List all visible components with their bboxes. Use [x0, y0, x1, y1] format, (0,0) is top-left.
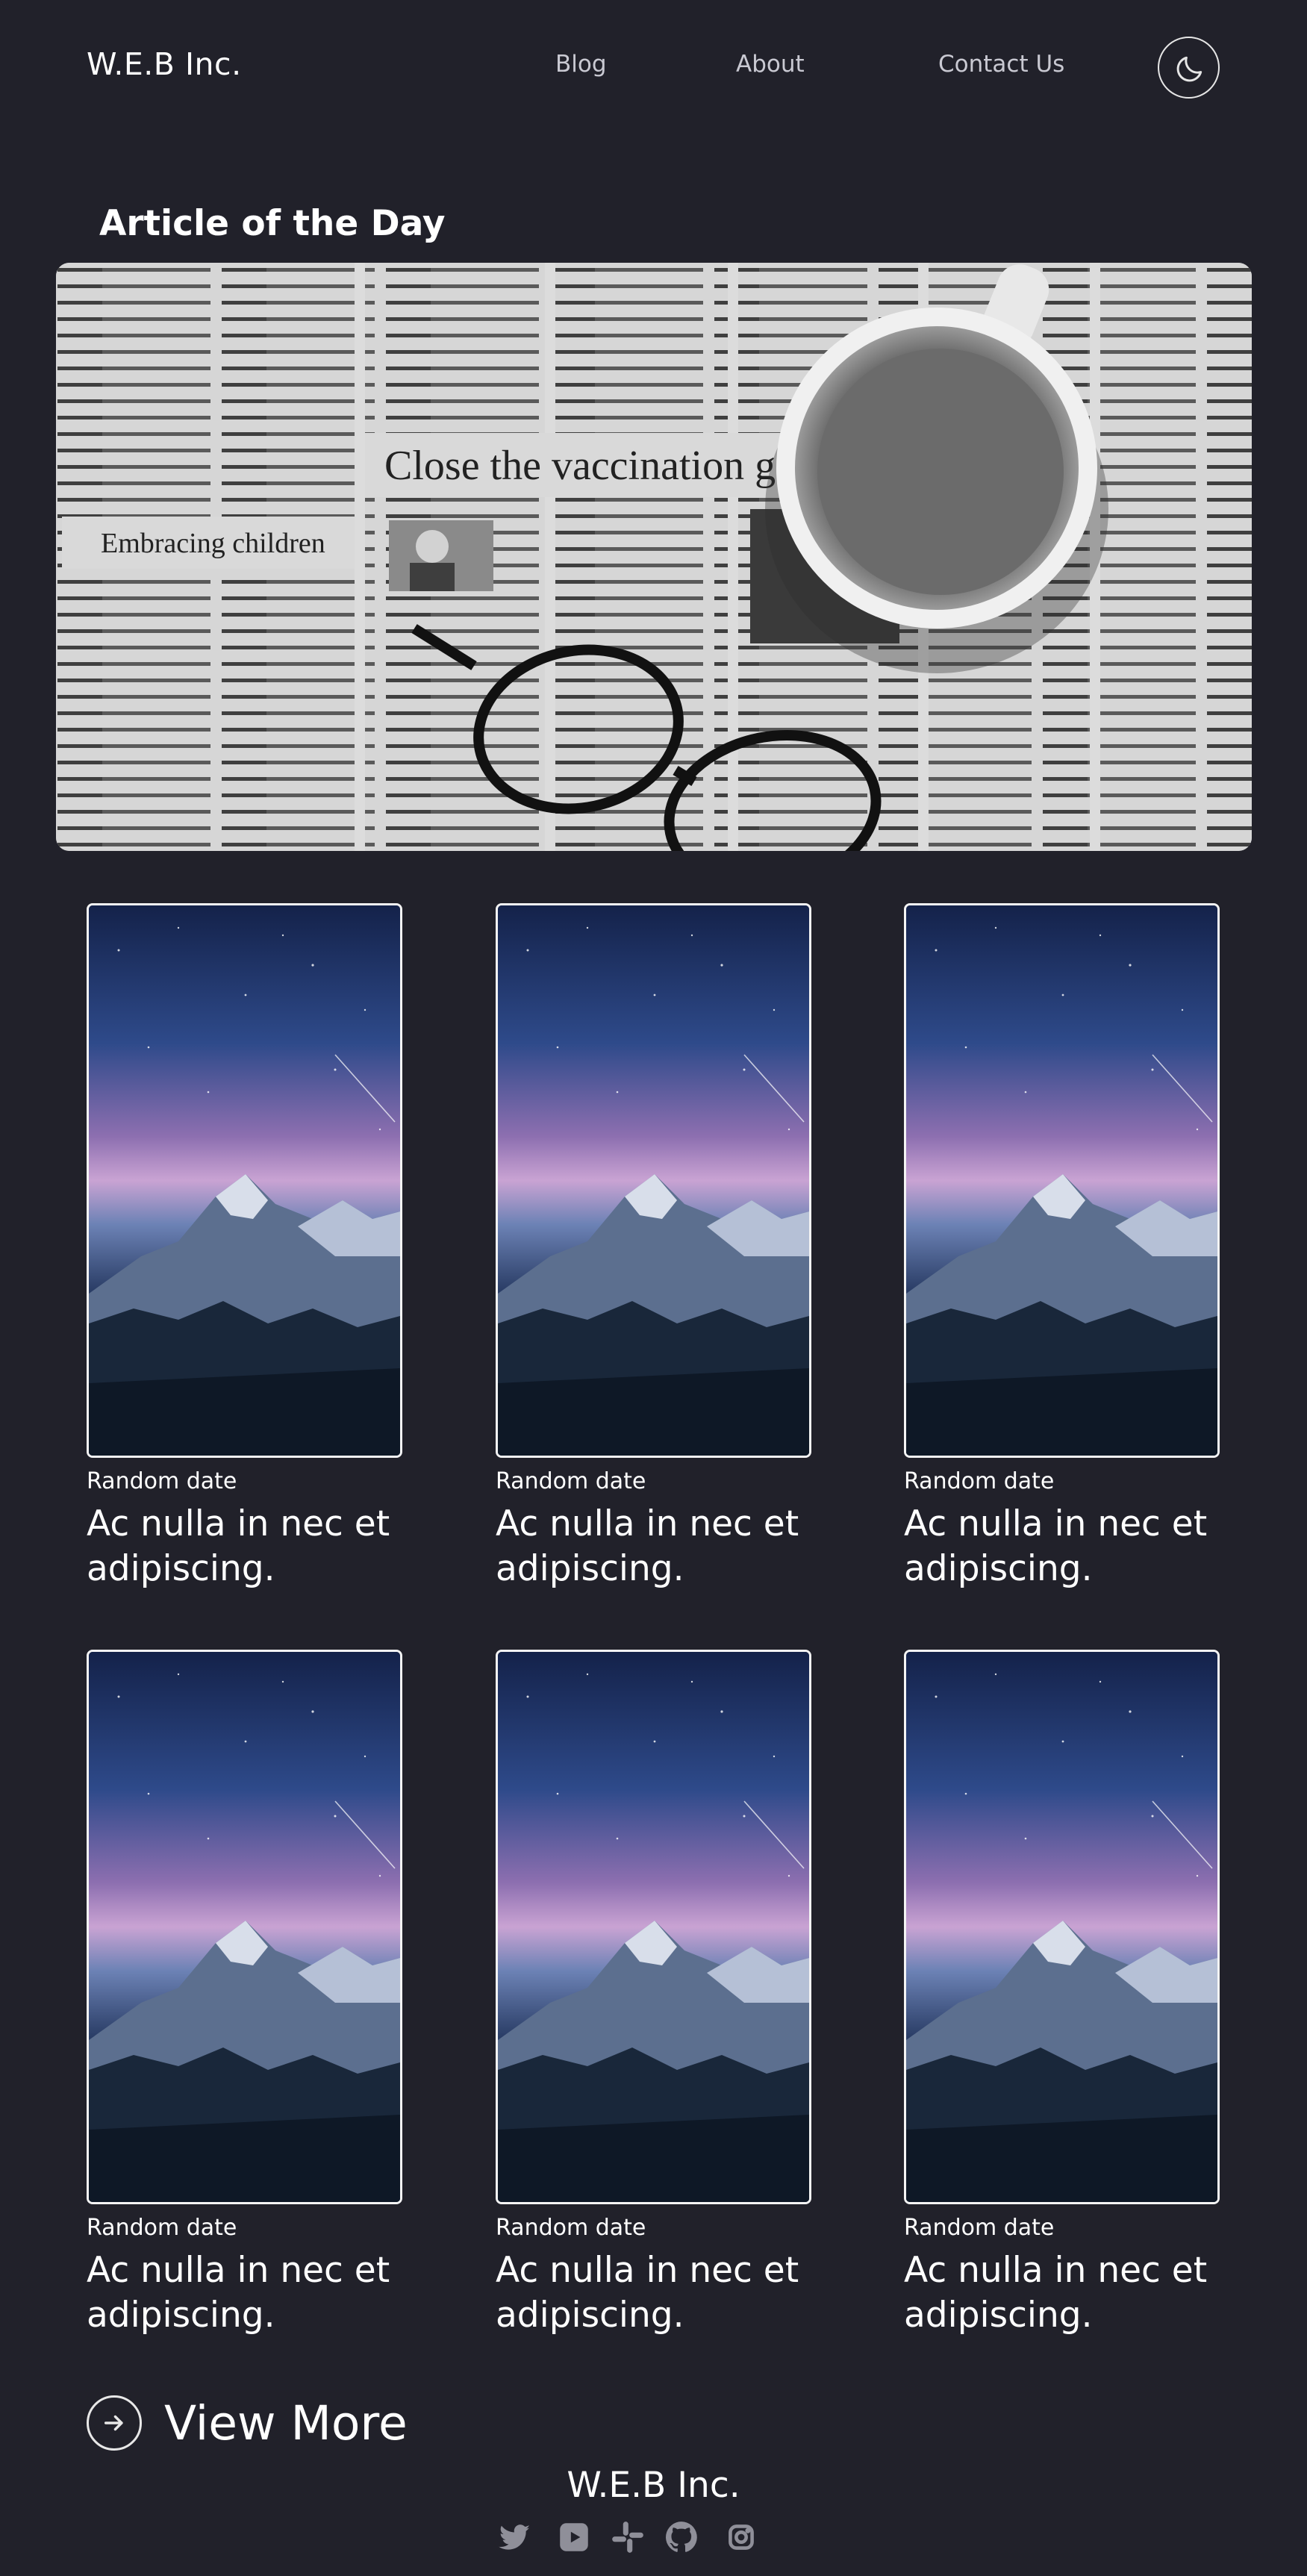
- card-title[interactable]: Ac nulla in nec et adipiscing.: [87, 1502, 402, 1591]
- newspaper-subheadline: Embracing children: [101, 528, 325, 559]
- nav-about[interactable]: About: [736, 51, 805, 78]
- nav-contact-us[interactable]: Contact Us: [938, 51, 1064, 78]
- card-image[interactable]: [496, 1650, 811, 2204]
- article-card[interactable]: Random date Ac nulla in nec et adipiscin…: [496, 1650, 811, 2338]
- article-card[interactable]: Random date Ac nulla in nec et adipiscin…: [496, 903, 811, 1591]
- card-date: Random date: [904, 1468, 1055, 1494]
- nav-blog[interactable]: Blog: [555, 51, 607, 78]
- card-title[interactable]: Ac nulla in nec et adipiscing.: [904, 2248, 1220, 2338]
- instagram-icon[interactable]: [723, 2519, 760, 2556]
- card-title[interactable]: Ac nulla in nec et adipiscing.: [87, 2248, 402, 2338]
- article-card[interactable]: Random date Ac nulla in nec et adipiscin…: [87, 1650, 402, 2338]
- footer-brand: W.E.B Inc.: [567, 2465, 740, 2506]
- view-more-label: View More: [164, 2395, 408, 2451]
- view-more-button[interactable]: View More: [87, 2395, 408, 2451]
- arrow-right-circle-icon: [87, 2395, 142, 2451]
- youtube-icon[interactable]: [555, 2519, 593, 2556]
- card-image[interactable]: [904, 1650, 1220, 2204]
- github-icon[interactable]: [663, 2519, 700, 2556]
- theme-toggle-button[interactable]: [1158, 37, 1220, 99]
- article-of-the-day-image[interactable]: Close the vaccination g Embracing childr…: [56, 263, 1252, 851]
- card-title[interactable]: Ac nulla in nec et adipiscing.: [496, 2248, 811, 2338]
- article-card[interactable]: Random date Ac nulla in nec et adipiscin…: [904, 1650, 1220, 2338]
- article-of-the-day-heading: Article of the Day: [99, 203, 446, 244]
- card-title[interactable]: Ac nulla in nec et adipiscing.: [496, 1502, 811, 1591]
- twitter-icon[interactable]: [496, 2519, 533, 2556]
- card-date: Random date: [496, 1468, 646, 1494]
- article-card[interactable]: Random date Ac nulla in nec et adipiscin…: [87, 903, 402, 1591]
- slack-icon[interactable]: [609, 2519, 646, 2556]
- card-image[interactable]: [904, 903, 1220, 1458]
- card-image[interactable]: [496, 903, 811, 1458]
- card-date: Random date: [87, 1468, 237, 1494]
- card-date: Random date: [904, 2215, 1055, 2241]
- card-image[interactable]: [87, 903, 402, 1458]
- card-title[interactable]: Ac nulla in nec et adipiscing.: [904, 1502, 1220, 1591]
- card-date: Random date: [496, 2215, 646, 2241]
- newspaper-headline: Close the vaccination g: [384, 443, 776, 489]
- brand-logo[interactable]: W.E.B Inc.: [87, 46, 242, 82]
- card-image[interactable]: [87, 1650, 402, 2204]
- card-date: Random date: [87, 2215, 237, 2241]
- article-card[interactable]: Random date Ac nulla in nec et adipiscin…: [904, 903, 1220, 1591]
- moon-icon: [1176, 56, 1202, 82]
